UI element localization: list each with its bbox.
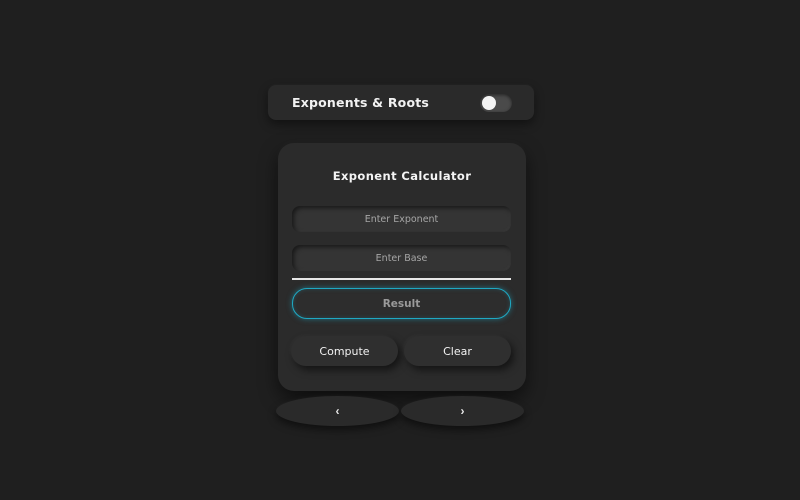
result-display: Result [292,288,511,319]
exponent-input[interactable] [292,206,511,232]
calculator-title: Exponent Calculator [332,169,472,183]
next-button[interactable]: › [401,396,524,426]
divider [292,278,511,280]
prev-button[interactable]: ‹ [276,396,399,426]
mode-title: Exponents & Roots [292,95,430,110]
app-stage: Exponents & Roots Exponent Calculator Re… [0,0,800,500]
base-input[interactable] [292,245,511,271]
mode-header: Exponents & Roots [268,85,534,120]
toggle-knob [482,95,496,110]
mode-toggle[interactable] [480,93,512,112]
result-label: Result [382,297,421,310]
clear-button[interactable]: Clear [404,336,511,366]
calculator-card: Exponent Calculator Result Compute Clear [278,143,526,391]
compute-button[interactable]: Compute [291,336,398,366]
